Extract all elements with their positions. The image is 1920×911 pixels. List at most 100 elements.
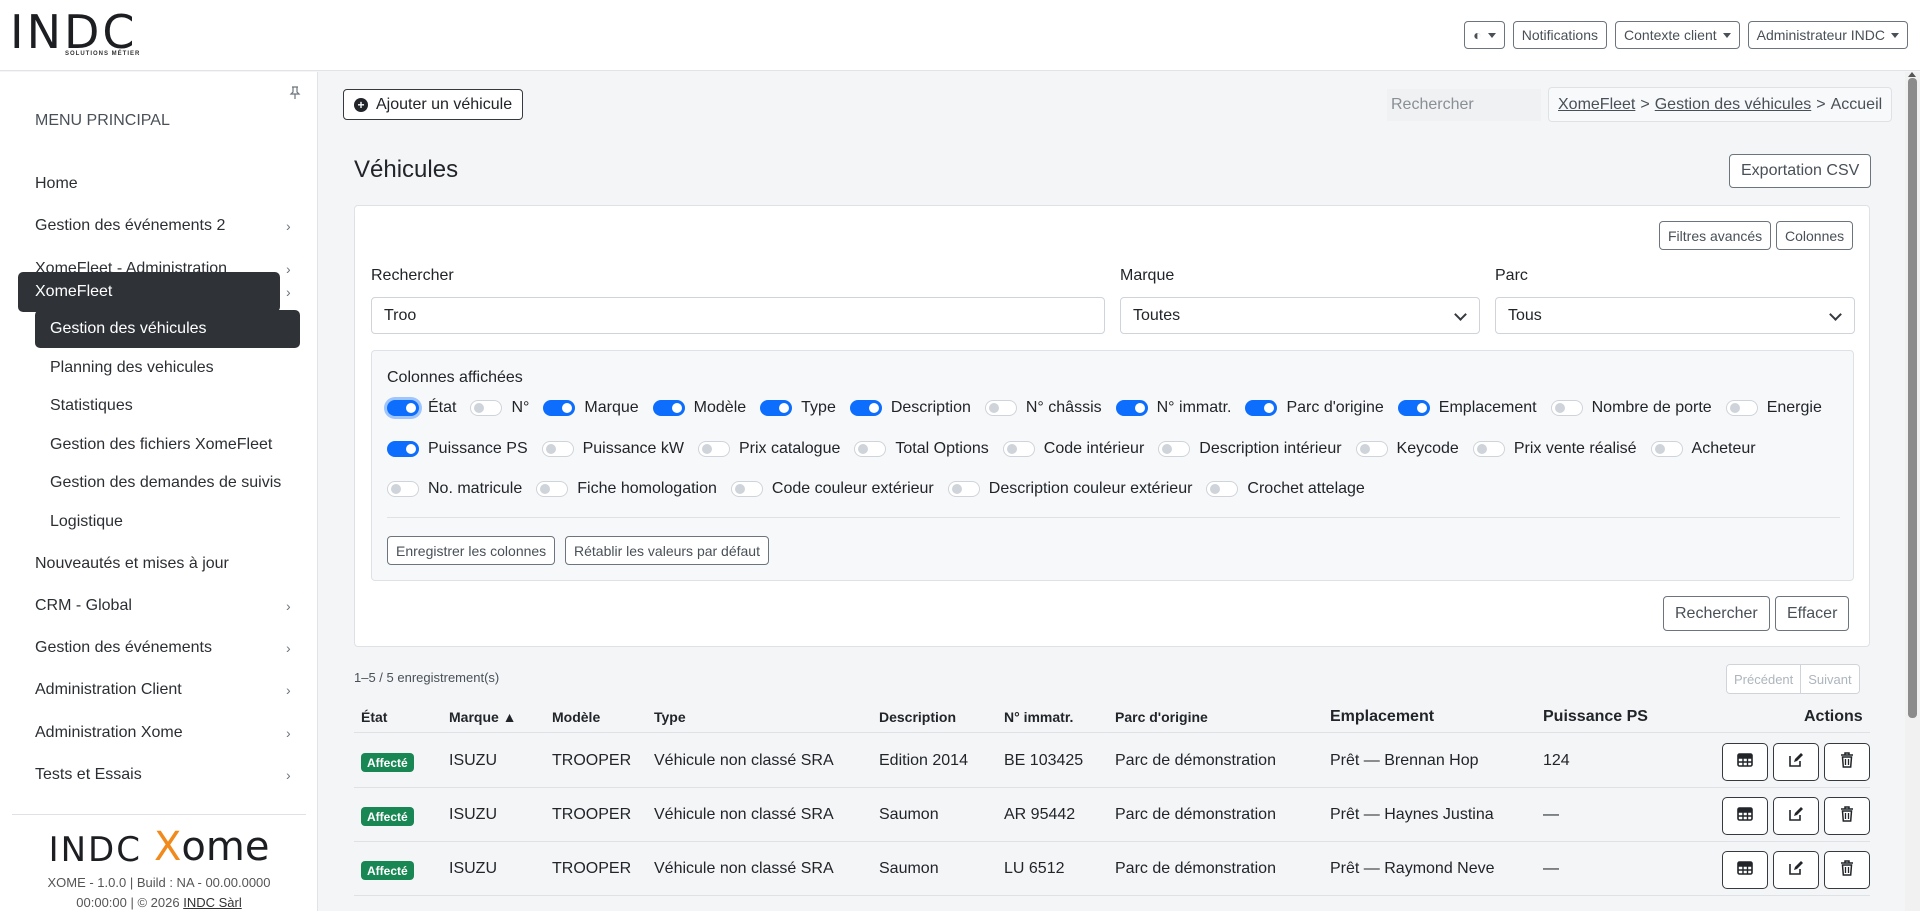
toggle-switch[interactable] xyxy=(1472,441,1505,457)
toggle-switch[interactable] xyxy=(543,400,576,416)
toggle-switch[interactable] xyxy=(652,400,685,416)
delete-button[interactable] xyxy=(1824,743,1870,781)
scroll-up-arrow-icon[interactable] xyxy=(1908,72,1916,77)
sidebar-item-gestion-evenements[interactable]: Gestion des événements › xyxy=(18,628,291,668)
sidebar-item-home[interactable]: Home xyxy=(18,164,280,204)
toggle-switch[interactable] xyxy=(1397,400,1430,416)
toggle-switch[interactable] xyxy=(854,441,887,457)
indc-logo[interactable]: INDC SOLUTIONS MÉTIER xyxy=(10,9,190,62)
toggle-switch[interactable] xyxy=(1002,441,1035,457)
toggle-switch[interactable] xyxy=(849,400,882,416)
columns-button[interactable]: Colonnes xyxy=(1776,221,1854,250)
col-header-etat[interactable]: État xyxy=(361,709,387,725)
col-header-emplacement[interactable]: Emplacement xyxy=(1330,708,1434,726)
column-toggle-description-interieur[interactable]: Description intérieur xyxy=(1158,440,1342,458)
park-select[interactable]: Tous xyxy=(1495,297,1855,334)
next-page-button[interactable]: Suivant xyxy=(1800,665,1859,693)
column-toggle-code-couleur-exterieur[interactable]: Code couleur extérieur xyxy=(730,480,934,498)
column-toggle-marque[interactable]: Marque xyxy=(543,399,639,417)
search-input[interactable] xyxy=(371,297,1105,334)
column-toggle-parc-d-origine[interactable]: Parc d'origine xyxy=(1245,399,1384,417)
column-toggle-keycode[interactable]: Keycode xyxy=(1355,440,1459,458)
toggle-switch[interactable] xyxy=(760,400,793,416)
client-context-dropdown[interactable]: Contexte client xyxy=(1615,21,1740,49)
column-toggle-prix-vente-realise[interactable]: Prix vente réalisé xyxy=(1472,440,1637,458)
reset-columns-button[interactable]: Rétablir les valeurs par défaut xyxy=(565,536,769,565)
delete-button[interactable] xyxy=(1824,851,1870,889)
toggle-switch[interactable] xyxy=(470,400,503,416)
toggle-switch[interactable] xyxy=(387,481,419,497)
sidebar-item-crm-global[interactable]: CRM - Global › xyxy=(18,586,291,626)
view-details-button[interactable] xyxy=(1722,797,1768,835)
add-vehicle-button[interactable]: + Ajouter un véhicule xyxy=(343,89,524,120)
edit-button[interactable] xyxy=(1773,743,1819,781)
column-toggle-n[interactable]: N° xyxy=(470,399,529,417)
sidebar-item-administration-client[interactable]: Administration Client › xyxy=(18,670,291,710)
column-toggle-prix-catalogue[interactable]: Prix catalogue xyxy=(697,440,840,458)
view-details-button[interactable] xyxy=(1722,851,1768,889)
search-button[interactable]: Rechercher xyxy=(1663,596,1770,631)
column-toggle-nombre-de-porte[interactable]: Nombre de porte xyxy=(1550,399,1712,417)
toggle-switch[interactable] xyxy=(1550,400,1583,416)
view-details-button[interactable] xyxy=(1722,743,1768,781)
toggle-switch[interactable] xyxy=(1725,400,1758,416)
notifications-button[interactable]: Notifications xyxy=(1512,21,1608,49)
column-toggle-modele[interactable]: Modèle xyxy=(652,399,746,417)
brand-select[interactable]: Toutes xyxy=(1120,297,1480,334)
toggle-switch[interactable] xyxy=(387,400,419,416)
global-search-input[interactable] xyxy=(1387,89,1541,121)
save-columns-button[interactable]: Enregistrer les colonnes xyxy=(387,536,556,565)
column-toggle-description[interactable]: Description xyxy=(849,399,971,417)
sidebar-subitem-demandes-suivis[interactable]: Gestion des demandes de suivis xyxy=(35,464,300,502)
clear-button[interactable]: Effacer xyxy=(1775,596,1850,631)
column-toggle-crochet-attelage[interactable]: Crochet attelage xyxy=(1206,480,1365,498)
pin-icon[interactable] xyxy=(289,86,301,103)
toggle-switch[interactable] xyxy=(541,441,574,457)
toggle-switch[interactable] xyxy=(536,481,569,497)
sidebar-item-administration-xome[interactable]: Administration Xome › xyxy=(18,713,291,753)
column-toggle-n-immatr[interactable]: N° immatr. xyxy=(1115,399,1231,417)
toggle-switch[interactable] xyxy=(1206,481,1239,497)
column-toggle-puissance-kw[interactable]: Puissance kW xyxy=(541,440,684,458)
col-header-modele[interactable]: Modèle xyxy=(552,709,600,725)
sidebar-item-xomefleet[interactable]: XomeFleet › xyxy=(18,272,291,312)
breadcrumb-gestion-vehicules[interactable]: Gestion des véhicules xyxy=(1655,96,1812,114)
toggle-switch[interactable] xyxy=(1158,441,1191,457)
toggle-switch[interactable] xyxy=(1650,441,1683,457)
advanced-filters-button[interactable]: Filtres avancés xyxy=(1659,221,1772,250)
toggle-switch[interactable] xyxy=(1245,400,1278,416)
sidebar-item-gestion-evenements-2[interactable]: Gestion des événements 2 › xyxy=(18,206,291,246)
sidebar-subitem-planning[interactable]: Planning des vehicules xyxy=(35,349,300,387)
toggle-switch[interactable] xyxy=(1115,400,1148,416)
edit-button[interactable] xyxy=(1773,797,1819,835)
breadcrumb-xomefleet[interactable]: XomeFleet xyxy=(1558,96,1635,114)
column-toggle-no-matricule[interactable]: No. matricule xyxy=(387,480,522,498)
col-header-puissance[interactable]: Puissance PS xyxy=(1543,708,1648,726)
previous-page-button[interactable]: Précédent xyxy=(1727,665,1801,693)
column-toggle-emplacement[interactable]: Emplacement xyxy=(1397,399,1537,417)
column-toggle-energie[interactable]: Energie xyxy=(1725,399,1822,417)
delete-button[interactable] xyxy=(1824,797,1870,835)
scrollbar-thumb[interactable] xyxy=(1908,78,1917,718)
column-toggle-description-couleur-exterieur[interactable]: Description couleur extérieur xyxy=(947,480,1192,498)
theme-toggle-button[interactable]: ◐ xyxy=(1464,21,1505,49)
sidebar-item-nouveautes[interactable]: Nouveautés et mises à jour xyxy=(18,544,280,584)
sidebar-subitem-gestion-vehicules[interactable]: Gestion des véhicules xyxy=(35,310,300,348)
column-toggle-total-options[interactable]: Total Options xyxy=(854,440,989,458)
toggle-switch[interactable] xyxy=(947,481,980,497)
column-toggle-puissance-ps[interactable]: Puissance PS xyxy=(387,440,528,458)
page-scrollbar[interactable] xyxy=(1905,72,1920,911)
edit-button[interactable] xyxy=(1773,851,1819,889)
toggle-switch[interactable] xyxy=(730,481,763,497)
toggle-switch[interactable] xyxy=(697,441,730,457)
column-toggle-fiche-homologation[interactable]: Fiche homologation xyxy=(536,480,717,498)
column-toggle-acheteur[interactable]: Acheteur xyxy=(1650,440,1756,458)
col-header-marque[interactable]: Marque ▲ xyxy=(449,709,517,725)
col-header-immat[interactable]: N° immatr. xyxy=(1004,709,1073,725)
column-toggle-code-interieur[interactable]: Code intérieur xyxy=(1002,440,1144,458)
col-header-type[interactable]: Type xyxy=(654,709,686,725)
col-header-parc[interactable]: Parc d'origine xyxy=(1115,709,1208,725)
column-toggle-type[interactable]: Type xyxy=(760,399,836,417)
toggle-switch[interactable] xyxy=(387,441,419,457)
sidebar-subitem-statistiques[interactable]: Statistiques xyxy=(35,387,300,425)
